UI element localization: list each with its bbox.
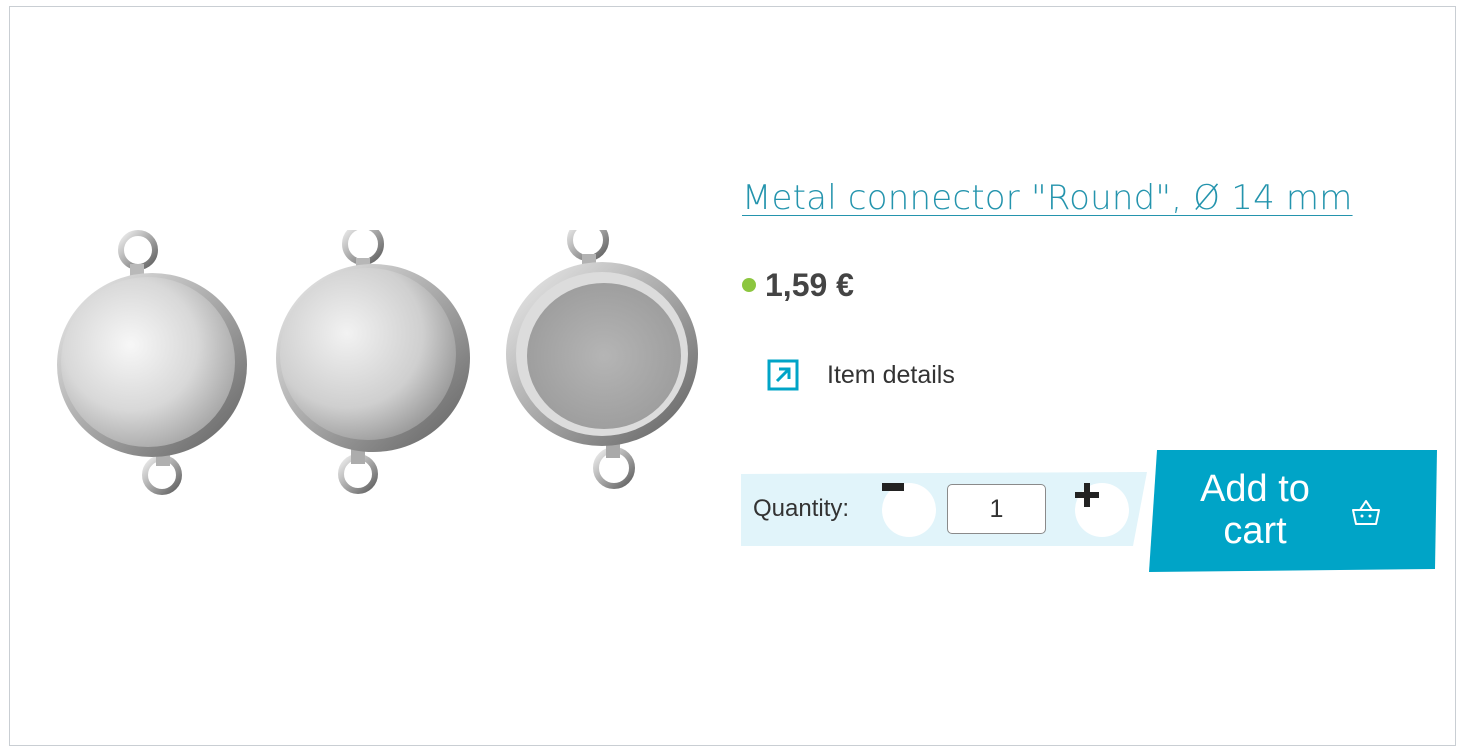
- product-image[interactable]: [40, 230, 700, 530]
- price-row: 1,59 €: [742, 263, 854, 307]
- item-details-link[interactable]: Item details: [767, 359, 955, 391]
- connector-illustration: [57, 230, 698, 495]
- plus-icon: [1075, 483, 1099, 507]
- quantity-label: Quantity:: [753, 495, 850, 522]
- add-to-cart-label: Add to cart: [1200, 468, 1310, 552]
- increase-quantity-button[interactable]: [1075, 483, 1129, 537]
- arrow-up-right-icon: [767, 359, 799, 391]
- connector-bezel-cup: [506, 230, 698, 489]
- basket-icon: [1352, 500, 1380, 525]
- add-to-cart-button[interactable]: Add to cart: [1149, 450, 1437, 572]
- quantity-selector: Quantity:: [741, 472, 1147, 546]
- product-price: 1,59 €: [765, 266, 854, 303]
- decrease-quantity-button[interactable]: [882, 483, 936, 537]
- connector-flat-back: [276, 230, 470, 494]
- connector-flat-front: [57, 230, 247, 495]
- item-details-label: Item details: [827, 360, 955, 389]
- quantity-input[interactable]: [947, 484, 1046, 534]
- product-title-link[interactable]: Metal connector "Round", Ø 14 mm: [742, 178, 1353, 218]
- minus-icon: [882, 483, 904, 491]
- in-stock-dot-icon: [742, 278, 756, 292]
